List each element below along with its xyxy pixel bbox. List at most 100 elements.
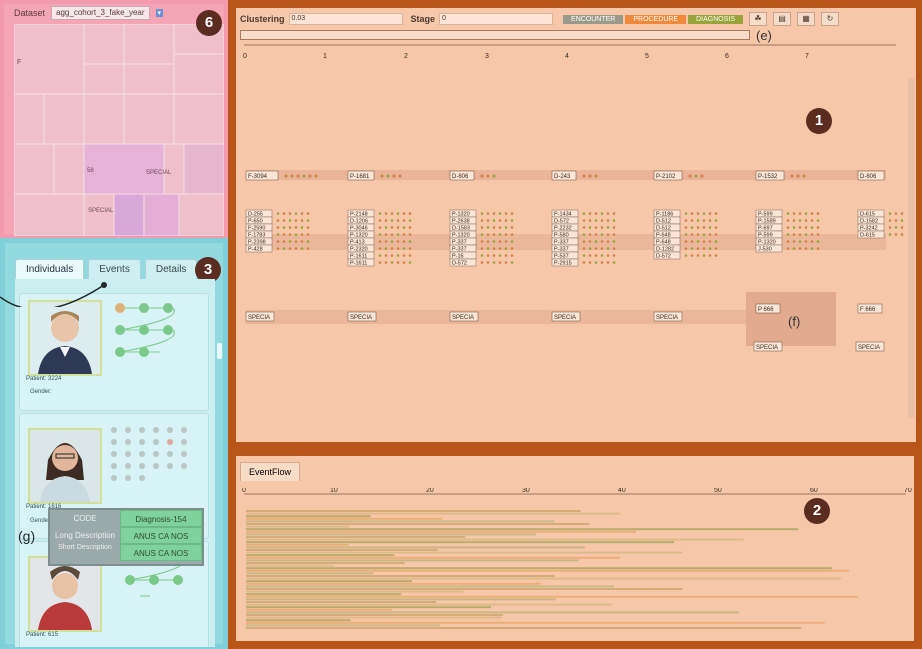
event-label: P-337 xyxy=(452,240,467,246)
chevron-down-icon[interactable]: ▾ xyxy=(155,9,164,17)
patient-card[interactable]: Patient: 3224 Gender: xyxy=(19,293,209,411)
tooltip-key: CODE xyxy=(73,514,97,523)
event-dot xyxy=(594,233,598,236)
event-dot xyxy=(390,233,394,236)
event-dot xyxy=(690,212,694,215)
event-label: P-1186 xyxy=(656,212,673,218)
event-dot xyxy=(396,219,400,222)
eventflow-bar xyxy=(246,559,579,562)
event-label: J-530 xyxy=(758,247,772,253)
event-label: P-1611 xyxy=(350,261,367,267)
event-dot xyxy=(402,226,406,229)
event-dot xyxy=(276,212,280,215)
event-dot xyxy=(390,240,394,243)
event-dot xyxy=(396,226,400,229)
event-dot xyxy=(282,240,286,243)
stage-input[interactable]: 0 xyxy=(439,13,554,25)
event-dot xyxy=(612,212,616,215)
eventflow-chart[interactable]: 0 10 20 30 40 50 60 70 xyxy=(236,488,916,643)
event-dot xyxy=(390,254,394,257)
event-dot xyxy=(480,254,484,257)
eventflow-bar xyxy=(246,533,537,536)
aggregate-flow-chart[interactable]: 0 1 2 3 4 5 6 7 F-3094 P-1681 D-806 D-243 P-… xyxy=(236,38,906,438)
clustering-input[interactable]: 0.03 xyxy=(288,13,403,25)
event-label: D-1206 xyxy=(350,219,368,225)
event-dot xyxy=(390,219,394,222)
eventflow-bar xyxy=(246,614,503,616)
event-label: D-572 xyxy=(554,219,569,225)
x-axis-ticks: 0 1 2 3 4 5 6 7 xyxy=(243,53,809,60)
tab-details[interactable]: Details xyxy=(144,259,198,279)
event-dot xyxy=(702,212,706,215)
event-dot xyxy=(276,226,280,229)
event-dot xyxy=(606,233,610,236)
event-dot xyxy=(402,212,406,215)
dataset-select[interactable]: agg_cohort_3_fake_year xyxy=(51,6,150,20)
event-dot xyxy=(384,226,388,229)
eventflow-bar xyxy=(246,569,850,572)
table-icon[interactable]: ▤ xyxy=(773,12,792,26)
event-dot xyxy=(300,226,304,229)
event-label: D-255 xyxy=(248,212,263,218)
event-dot xyxy=(306,226,310,229)
event-dot xyxy=(594,254,598,257)
encounter-button[interactable]: ENCOUNTER xyxy=(563,14,624,24)
event-dot xyxy=(588,254,592,257)
event-dot xyxy=(480,240,484,243)
tooltip-value: ANUS CA NOS xyxy=(120,527,202,544)
paw-icon[interactable]: ☘ xyxy=(749,12,768,26)
event-label: P-599 xyxy=(758,212,773,218)
event-dot xyxy=(606,247,610,250)
event-dot xyxy=(714,226,718,229)
refresh-icon[interactable]: ↻ xyxy=(821,12,840,26)
event-dot xyxy=(396,212,400,215)
patient-id: Patient: 3224 xyxy=(26,376,62,382)
eventflow-bar xyxy=(246,608,393,611)
patient-list[interactable]: Patient: 3224 Gender: Patient: 1616 Gend… xyxy=(15,279,215,647)
axis-tick: 3 xyxy=(485,53,489,60)
event-dot xyxy=(498,233,502,236)
grid-icon[interactable]: ▦ xyxy=(797,12,816,26)
event-dot xyxy=(486,226,490,229)
event-dot xyxy=(384,219,388,222)
tab-eventflow[interactable]: EventFlow xyxy=(240,462,301,481)
event-label: SPECIA xyxy=(656,315,678,321)
event-label: P-1611 xyxy=(350,254,367,260)
event-dot xyxy=(792,247,796,250)
event-label: P-1320 xyxy=(350,233,368,239)
event-dot xyxy=(408,219,412,222)
diagnosis-button[interactable]: DIAGNOSIS xyxy=(688,14,744,24)
dataset-panel: Dataset agg_cohort_3_fake_year ▾ SPECIAL… xyxy=(0,0,228,238)
event-label: D-806 xyxy=(860,174,877,180)
stage-label: Stage xyxy=(410,14,436,24)
event-dot xyxy=(594,261,598,264)
eventflow-bar xyxy=(246,510,581,512)
event-label: P-1532 xyxy=(758,174,778,180)
event-dot xyxy=(480,212,484,215)
event-dot xyxy=(276,240,280,243)
event-dot xyxy=(810,212,814,215)
scrollbar[interactable] xyxy=(217,343,222,359)
patient-event-graph[interactable] xyxy=(110,298,200,368)
event-dot xyxy=(714,254,718,257)
event-dot xyxy=(684,233,688,236)
event-dot xyxy=(378,212,382,215)
event-dot xyxy=(306,247,310,250)
events-link-curve xyxy=(0,282,107,307)
patient-event-graph[interactable] xyxy=(106,424,206,486)
event-dot xyxy=(708,219,712,222)
dataset-header: Dataset agg_cohort_3_fake_year ▾ xyxy=(4,4,224,22)
event-dot xyxy=(504,254,508,257)
event-dot xyxy=(786,233,790,236)
event-dot xyxy=(510,247,514,250)
event-label: D-1582 xyxy=(860,219,878,225)
event-dot xyxy=(696,240,700,243)
event-dot xyxy=(378,233,382,236)
event-dot xyxy=(486,212,490,215)
scrollbar[interactable] xyxy=(908,78,914,418)
event-dot xyxy=(282,247,286,250)
procedure-button[interactable]: PROCEDURE xyxy=(625,14,687,24)
event-dot xyxy=(390,212,394,215)
eventflow-bar xyxy=(246,616,503,619)
cohort-treemap[interactable]: SPECIAL SPECIAL F 58 xyxy=(14,24,224,236)
